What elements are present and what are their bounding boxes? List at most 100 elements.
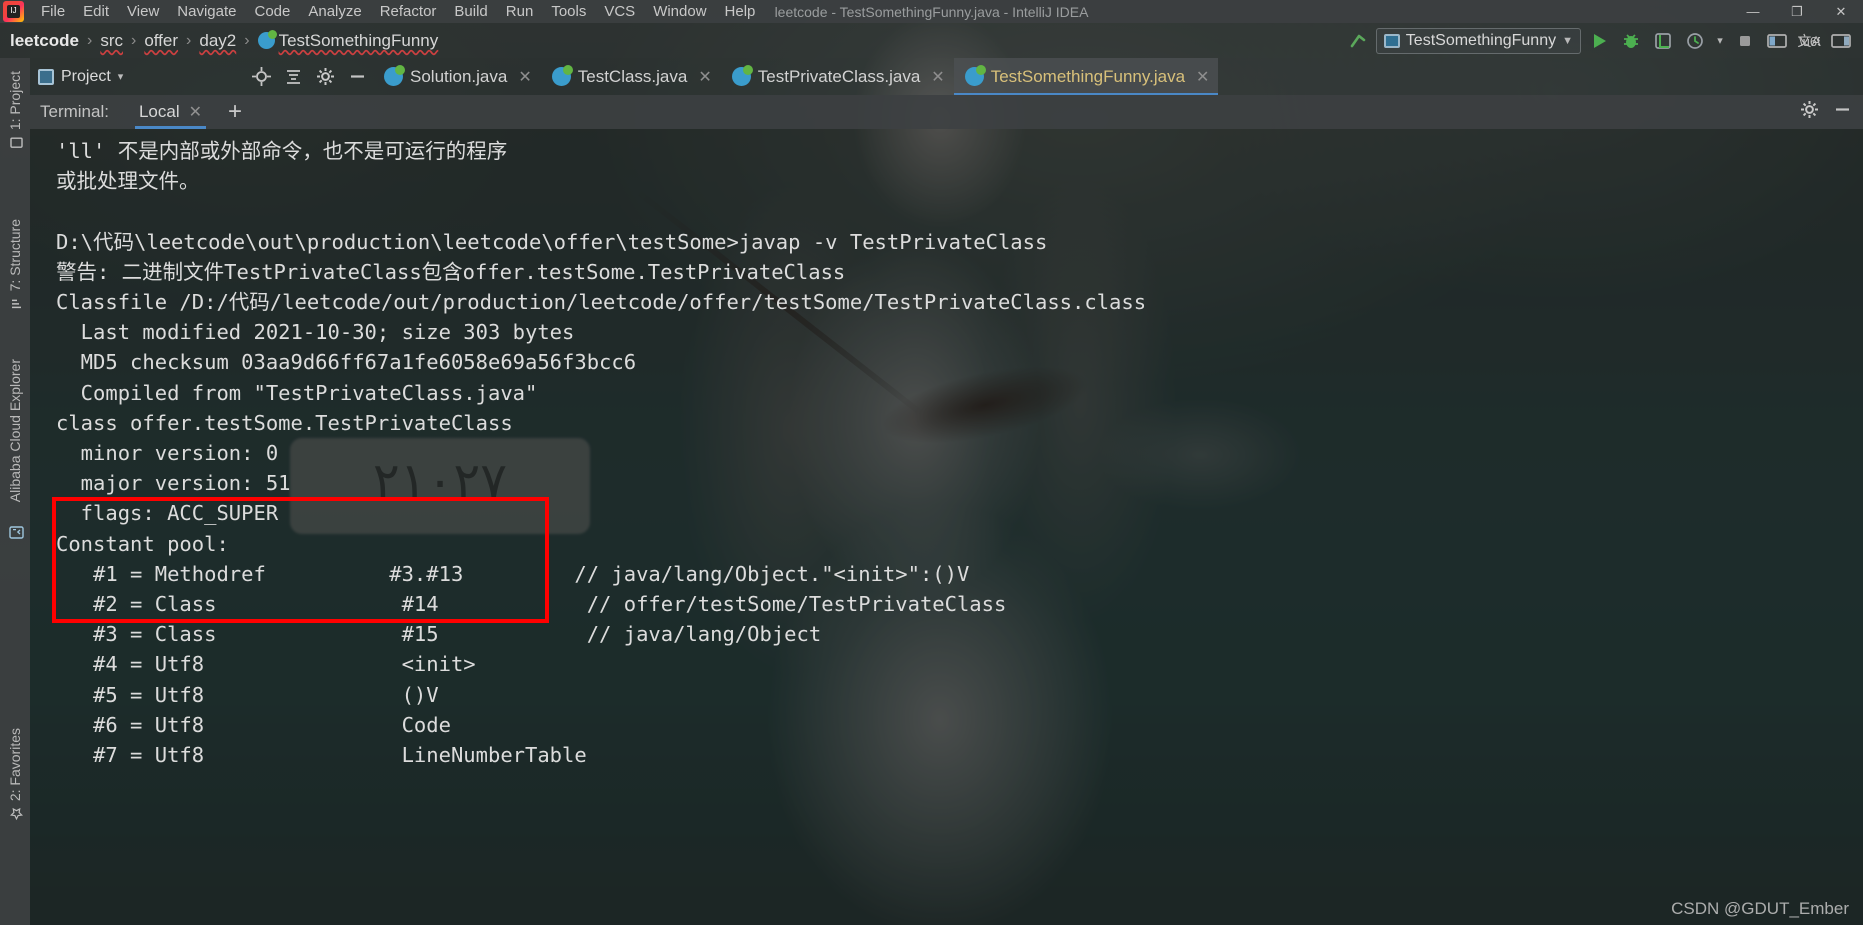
menu-run[interactable]: Run [497, 0, 543, 23]
sidebar-item-alibaba-cloud-explorer[interactable]: Alibaba Cloud Explorer [7, 350, 23, 511]
stop-icon[interactable] [1731, 28, 1759, 54]
gear-icon[interactable] [309, 64, 341, 90]
hide-panel-icon[interactable] [341, 64, 373, 90]
java-class-icon [551, 65, 573, 86]
breadcrumb-separator: › [86, 31, 93, 49]
menu-refactor[interactable]: Refactor [371, 0, 446, 23]
editor-tab-solution[interactable]: Solution.java ✕ [373, 58, 541, 95]
run-config-name: TestSomethingFunny [1405, 31, 1557, 49]
navigation-bar: leetcode › src › offer › day2 › TestSome… [0, 23, 1863, 58]
editor-tab-label: Solution.java [410, 66, 508, 86]
run-configuration-selector[interactable]: TestSomethingFunny ▼ [1375, 27, 1581, 54]
chevron-down-icon: ▾ [1717, 35, 1723, 47]
menu-navigate[interactable]: Navigate [168, 0, 245, 23]
menu-vcs[interactable]: VCS [595, 0, 644, 23]
debug-icon[interactable] [1617, 28, 1645, 54]
menu-analyze[interactable]: Analyze [299, 0, 370, 23]
menu-code[interactable]: Code [245, 0, 299, 23]
terminal-line: major version: 51 [56, 471, 291, 496]
close-icon[interactable]: ✕ [189, 102, 202, 122]
terminal-header-actions [1799, 99, 1863, 125]
locate-target-icon[interactable] [245, 64, 277, 90]
editor-tab-label: TestSomethingFunny.java [990, 66, 1186, 86]
terminal-line: #4 = Utf8 <init> [56, 652, 476, 677]
terminal-line: MD5 checksum 03aa9d66ff67a1fe6058e69a56f… [56, 350, 637, 375]
terminal-line: D:\代码\leetcode\out\production\leetcode\o… [56, 229, 1048, 254]
profiler-caret-icon[interactable]: ▾ [1713, 28, 1727, 54]
java-class-icon [257, 30, 277, 49]
sidebar-item-label: 1: Project [7, 71, 23, 131]
close-button[interactable]: ✕ [1819, 0, 1863, 23]
terminal-tab-local[interactable]: Local ✕ [134, 95, 207, 129]
project-tool-window-header[interactable]: Project ▾ [30, 68, 245, 86]
sidebar-item-project[interactable]: 1: Project [7, 62, 23, 158]
breadcrumb-item-src[interactable]: src [100, 31, 123, 51]
terminal-line: class offer.testSome.TestPrivateClass [56, 410, 513, 435]
menu-help[interactable]: Help [716, 0, 765, 23]
breadcrumb-item-offer[interactable]: offer [144, 31, 178, 51]
editor-tab-label: TestPrivateClass.java [757, 66, 921, 86]
sidebar-item-structure[interactable]: 7: Structure [7, 210, 23, 319]
watermark-text: CSDN @GDUT_Ember [1671, 899, 1849, 918]
menu-build[interactable]: Build [445, 0, 496, 23]
sidebar-item-favorites[interactable]: 2: Favorites [7, 719, 24, 829]
terminal-line: #7 = Utf8 LineNumberTable [56, 743, 587, 768]
terminal-line: Constant pool: [56, 531, 229, 556]
editor-tab-testclass[interactable]: TestClass.java ✕ [541, 58, 721, 95]
translate-icon[interactable]: \u6587A 文A [1795, 28, 1823, 54]
intellij-logo-icon [3, 1, 24, 22]
breadcrumb-item-project[interactable]: leetcode [10, 31, 79, 51]
menu-view[interactable]: View [118, 0, 168, 23]
run-icon[interactable] [1585, 28, 1613, 54]
close-icon[interactable]: ✕ [518, 67, 531, 87]
java-class-icon [731, 65, 753, 86]
terminal-header: Terminal: Local ✕ + [30, 95, 1863, 129]
close-icon[interactable]: ✕ [931, 67, 944, 87]
terminal-line: Classfile /D:/代码/leetcode/out/production… [56, 290, 1147, 314]
minimize-button[interactable]: — [1731, 0, 1775, 23]
project-icon [9, 136, 23, 149]
editor-tab-testsomethingfunny[interactable]: TestSomethingFunny.java ✕ [953, 58, 1219, 95]
gear-icon[interactable] [1799, 99, 1820, 125]
layout-icon[interactable] [1763, 28, 1791, 54]
terminal-line: #6 = Utf8 Code [56, 712, 451, 737]
menu-window[interactable]: Window [644, 0, 715, 23]
left-tool-window-bar: 1: Project 7: Structure Alibaba Cloud Ex… [0, 58, 30, 925]
new-terminal-tab-button[interactable]: + [228, 100, 242, 124]
title-bar: File Edit View Navigate Code Analyze Ref… [0, 0, 1863, 23]
sidebar-item-label: 7: Structure [7, 219, 23, 292]
terminal-output[interactable]: 'll' 不是内部或外部命令，也不是可运行的程序 或批处理文件。 D:\代码\l… [30, 129, 1863, 925]
search-everywhere-icon[interactable] [1827, 28, 1855, 54]
terminal-title: Terminal: [40, 102, 109, 121]
terminal-line: #5 = Utf8 ()V [56, 682, 439, 707]
coverage-icon[interactable] [1649, 28, 1677, 54]
breadcrumb-item-class[interactable]: TestSomethingFunny [279, 31, 439, 51]
terminal-line: Compiled from "TestPrivateClass.java" [56, 380, 538, 405]
profiler-icon[interactable] [1681, 28, 1709, 54]
window-controls: — ❐ ✕ [1731, 0, 1863, 23]
terminal-line: #2 = Class #14 // offer/testSome/TestPri… [56, 592, 1007, 617]
close-icon[interactable]: ✕ [1196, 67, 1209, 87]
terminal-tool-window: Terminal: Local ✕ + 'll' 不是内部或外部命令，也不是可运… [30, 95, 1863, 925]
main-toolbar: TestSomethingFunny ▼ ▾ \u6 文A [1344, 27, 1863, 54]
menu-edit[interactable]: Edit [74, 0, 118, 23]
terminal-tab-label: Local [138, 102, 180, 121]
menu-file[interactable]: File [32, 0, 74, 23]
sidebar-item-label: 2: Favorites [7, 727, 23, 801]
up-arrow-icon[interactable] [1344, 28, 1372, 54]
editor-tab-testprivateclass[interactable]: TestPrivateClass.java ✕ [721, 58, 954, 95]
terminal-line: 或批处理文件。 [56, 169, 200, 194]
menu-tools[interactable]: Tools [542, 0, 595, 23]
terminal-line: 'll' 不是内部或外部命令，也不是可运行的程序 [56, 139, 508, 163]
breadcrumb: leetcode › src › offer › day2 › TestSome… [0, 30, 439, 51]
hide-panel-icon[interactable] [1832, 99, 1853, 125]
sidebar-item-terminal-icon[interactable] [9, 526, 24, 540]
terminal-line: #1 = Methodref #3.#13 // java/lang/Objec… [56, 561, 970, 586]
breadcrumb-item-day2[interactable]: day2 [199, 31, 236, 51]
collapse-all-icon[interactable] [277, 64, 309, 90]
maximize-button[interactable]: ❐ [1775, 0, 1819, 23]
terminal-line: #3 = Class #15 // java/lang/Object [56, 622, 822, 647]
close-icon[interactable]: ✕ [698, 67, 711, 87]
terminal-line: Last modified 2021-10-30; size 303 bytes [56, 320, 575, 345]
